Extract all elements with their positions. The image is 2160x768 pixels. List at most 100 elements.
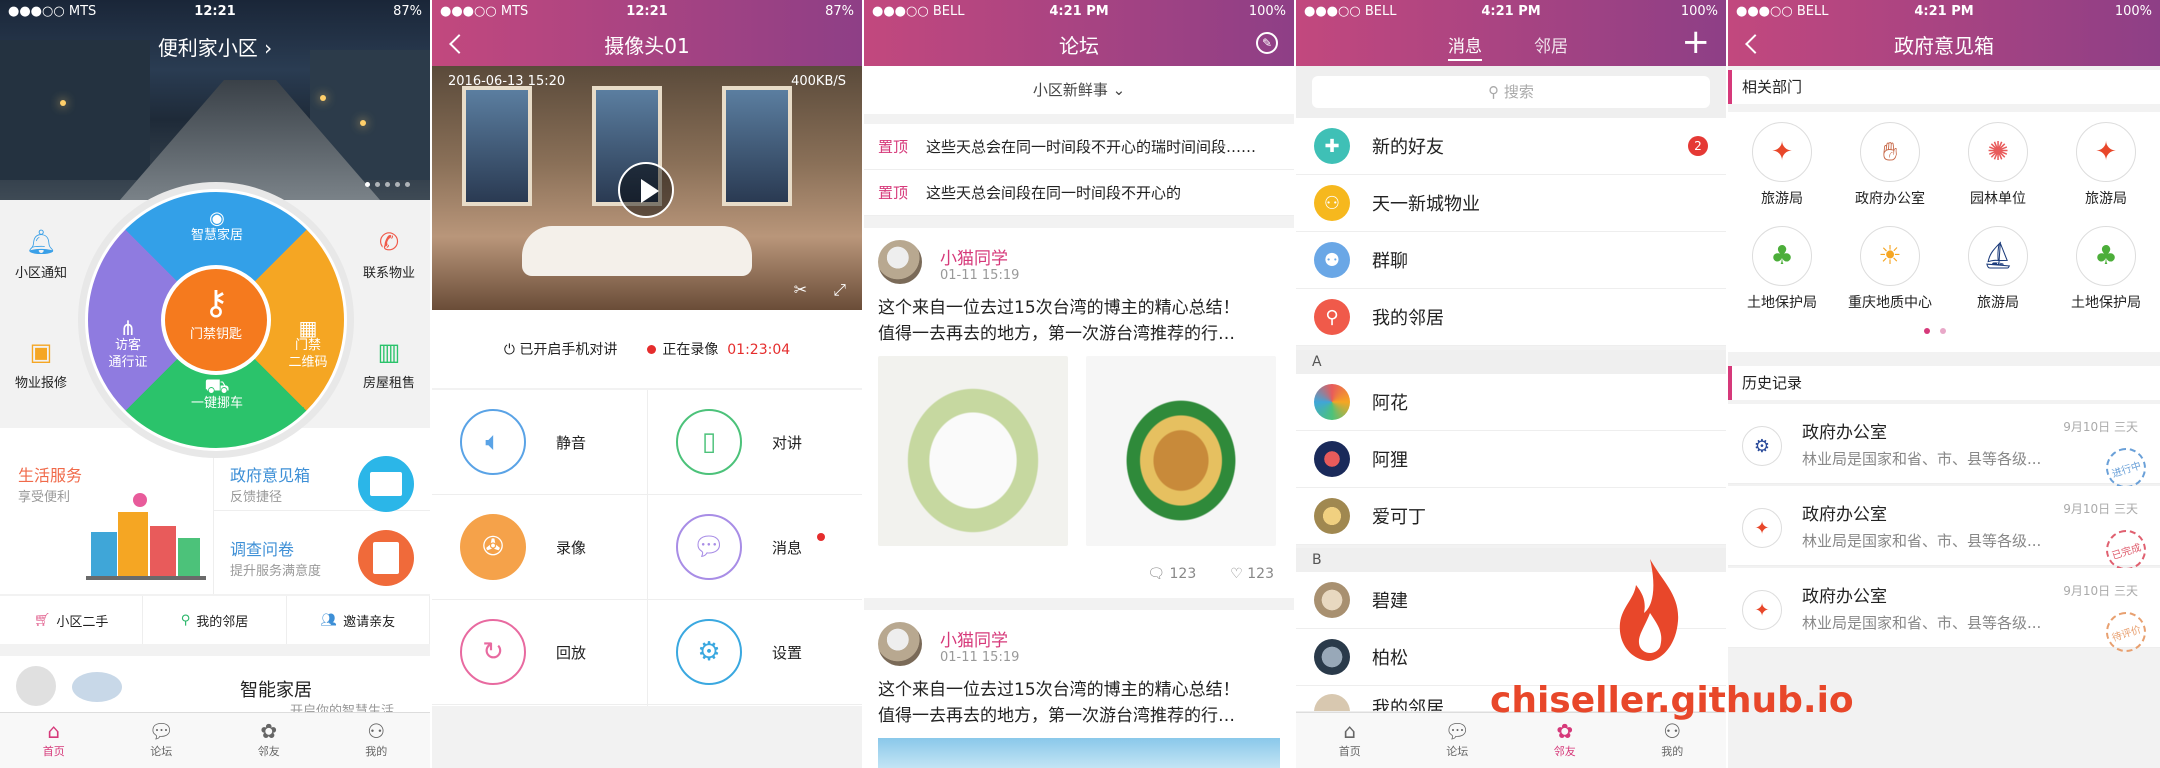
nav-bar: 政府意见箱: [1728, 22, 2160, 66]
survey-sub: 提升服务满意度: [230, 564, 322, 579]
second-hand-link[interactable]: 🛒︎ 小区二手: [0, 596, 144, 644]
smart-home-title: 智能家居: [240, 680, 312, 701]
pager-dots[interactable]: [1924, 328, 1946, 334]
contact-row[interactable]: 阿花: [1296, 374, 1726, 431]
contact-row[interactable]: 爱可丁: [1296, 488, 1726, 545]
land-logo-icon: ♣: [1752, 226, 1812, 286]
gov-box-title[interactable]: 政府意见箱: [230, 462, 310, 486]
tab-me[interactable]: ⚇ 我的: [1619, 713, 1727, 768]
chat-icon: 💬︎: [1444, 719, 1470, 743]
pinned-post[interactable]: 置顶 这些天总会在同一时间段不开心的瑞时间间段……: [864, 124, 1294, 170]
history-item[interactable]: ✦ 政府办公室 林业局是国家和省、市、县等各级... 9月10日 三天 已完成: [1728, 486, 2160, 576]
tourism-logo-icon: ✦: [1742, 508, 1782, 548]
camera-screen: ●●●○○ MTS 12:21 87% 摄像头01 2016-06-13 15:…: [432, 0, 862, 768]
dept-item[interactable]: ✋︎ 政府办公室: [1836, 122, 1944, 208]
wheel-visitor-pass[interactable]: ⋔ 访客 通行证: [100, 286, 156, 371]
community-selector[interactable]: 便利家小区 ›: [0, 32, 430, 61]
compose-icon[interactable]: ✎: [1256, 32, 1278, 54]
watermark-text: chiseller.github.io: [1490, 680, 1854, 721]
recording-time: 01:23:04: [727, 342, 791, 358]
scissors-icon[interactable]: ✂: [794, 280, 807, 300]
dept-section-header: 相关部门: [1728, 70, 2160, 104]
list-item-property[interactable]: ⚇ 天一新城物业: [1296, 175, 1726, 232]
hero-banner[interactable]: [0, 0, 430, 200]
life-service-title[interactable]: 生活服务: [18, 462, 82, 486]
door-key-button[interactable]: ⚷ 门禁钥匙: [161, 265, 271, 375]
mail-icon: [358, 456, 414, 512]
post-date: 01-11 15:19: [940, 650, 1020, 665]
settings-button[interactable]: ⚙ 设置: [648, 600, 862, 705]
list-item-my-neighbors[interactable]: ⚲ 我的邻居: [1296, 289, 1726, 346]
message-button[interactable]: 💬︎ 消息: [648, 495, 862, 600]
category-filter[interactable]: 小区新鲜事 ⌄: [864, 66, 1294, 114]
list-item-new-friends[interactable]: ✚ 新的好友 2: [1296, 118, 1726, 175]
tab-neighbors[interactable]: ✿ 邻友: [1511, 713, 1619, 768]
dept-item[interactable]: ☀ 重庆地质中心: [1836, 226, 1944, 312]
bell-icon: 🔔︎: [25, 228, 57, 256]
dept-item[interactable]: ✦ 旅游局: [1728, 122, 1836, 208]
contact-button[interactable]: ✆ 联系物业: [354, 228, 424, 281]
nav-bar: 论坛 ✎: [864, 22, 1294, 66]
intercom-button[interactable]: ▯ 对讲: [648, 390, 862, 495]
notice-button[interactable]: 🔔︎ 小区通知: [6, 228, 76, 281]
status-bar: ●●●○○ BELL 4:21 PM 100%: [872, 3, 1286, 19]
play-icon[interactable]: [618, 162, 674, 218]
dept-item[interactable]: ✦ 旅游局: [2052, 122, 2160, 208]
building-icon: ▥: [377, 338, 401, 366]
tab-neighbors[interactable]: 邻居: [1534, 32, 1568, 57]
post-image-dish[interactable]: [1086, 356, 1276, 546]
search-input[interactable]: ⚲ 搜索: [1312, 76, 1710, 108]
tab-home[interactable]: ⌂ 首页: [1296, 713, 1404, 768]
rent-button[interactable]: ▥ 房屋租售: [354, 338, 424, 391]
wheel-qr-code[interactable]: ▦ 门禁 二维码: [280, 286, 336, 371]
wheel-smart-home[interactable]: ◉ 智慧家居: [186, 210, 248, 244]
dept-item[interactable]: ⛵︎ 旅游局: [1944, 226, 2052, 312]
tab-forum[interactable]: 💬︎ 论坛: [1404, 713, 1512, 768]
contact-row[interactable]: 阿狸: [1296, 431, 1726, 488]
post-image[interactable]: [878, 738, 1280, 768]
avatar: [1314, 582, 1350, 618]
my-neighbors-link[interactable]: ⚲ 我的邻居: [143, 596, 287, 644]
tab-messages[interactable]: 消息: [1448, 32, 1482, 61]
invite-link[interactable]: 👥︎ 邀请亲友: [287, 596, 430, 644]
smart-home-card[interactable]: 智能家居 开启你的智慧生活: [0, 656, 430, 719]
pinned-post[interactable]: 置顶 这些天总会间段在同一时间段不开心的: [864, 170, 1294, 216]
wheel-move-car[interactable]: ⛟ 一键挪车: [186, 376, 248, 412]
playback-button[interactable]: ↻ 回放: [432, 600, 647, 705]
history-item[interactable]: ✦ 政府办公室 林业局是国家和省、市、县等各级... 9月10日 三天 待评价: [1728, 568, 2160, 658]
carousel-dots[interactable]: [365, 182, 410, 187]
back-arrow-icon[interactable]: [446, 32, 468, 56]
forum-post[interactable]: 小猫同学 01-11 15:19 这个来自一位去过15次台湾的博主的精心总结！ …: [864, 228, 1294, 598]
tab-forum[interactable]: 💬︎ 论坛: [108, 713, 216, 768]
page-title: 论坛: [1059, 33, 1099, 58]
heart-icon: ♡: [1230, 566, 1248, 582]
video-timestamp: 2016-06-13 15:20: [448, 74, 566, 89]
list-item-group-chat[interactable]: ⚉ 群聊: [1296, 232, 1726, 289]
fullscreen-icon[interactable]: ⤢: [833, 280, 846, 300]
back-arrow-icon[interactable]: [1742, 32, 1764, 56]
survey-title[interactable]: 调查问卷: [230, 536, 294, 560]
forum-post[interactable]: 小猫同学 01-11 15:19 这个来自一位去过15次台湾的博主的精心总结！ …: [864, 610, 1294, 768]
repair-button[interactable]: ▣ 物业报修: [6, 338, 76, 391]
avatar: [1314, 384, 1350, 420]
tab-home[interactable]: ⌂ 首页: [0, 713, 108, 768]
pin-tag: 置顶: [878, 138, 909, 156]
unread-badge: 2: [1688, 136, 1708, 156]
dept-item[interactable]: ♣ 土地保护局: [1728, 226, 1836, 312]
record-button[interactable]: ✇ 录像: [432, 495, 647, 600]
camera-video[interactable]: 2016-06-13 15:20 400KB/S ✂ ⤢: [432, 66, 862, 310]
tab-neighbors[interactable]: ✿ 邻友: [215, 713, 323, 768]
dept-item[interactable]: ✺ 园林单位: [1944, 122, 2052, 208]
avatar: [1314, 441, 1350, 477]
post-text: 值得一去再去的地方，第一次游台湾推荐的行…: [878, 324, 1235, 344]
avatar: [1314, 639, 1350, 675]
dept-item[interactable]: ♣ 土地保护局: [2052, 226, 2160, 312]
history-item[interactable]: ⚙ 政府办公室 林业局是国家和省、市、县等各级... 9月10日 三天 进行中: [1728, 404, 2160, 494]
basket-icon: 🛒︎: [33, 612, 51, 628]
post-image-bunny-cake[interactable]: [878, 356, 1068, 546]
mute-button[interactable]: 🔈︎ 静音: [432, 390, 647, 495]
walkie-talkie-icon: ▯: [676, 409, 742, 475]
tab-me[interactable]: ⚇ 我的: [323, 713, 431, 768]
message-bubble-icon: 💬︎: [676, 514, 742, 580]
add-icon[interactable]: +: [1682, 22, 1711, 62]
